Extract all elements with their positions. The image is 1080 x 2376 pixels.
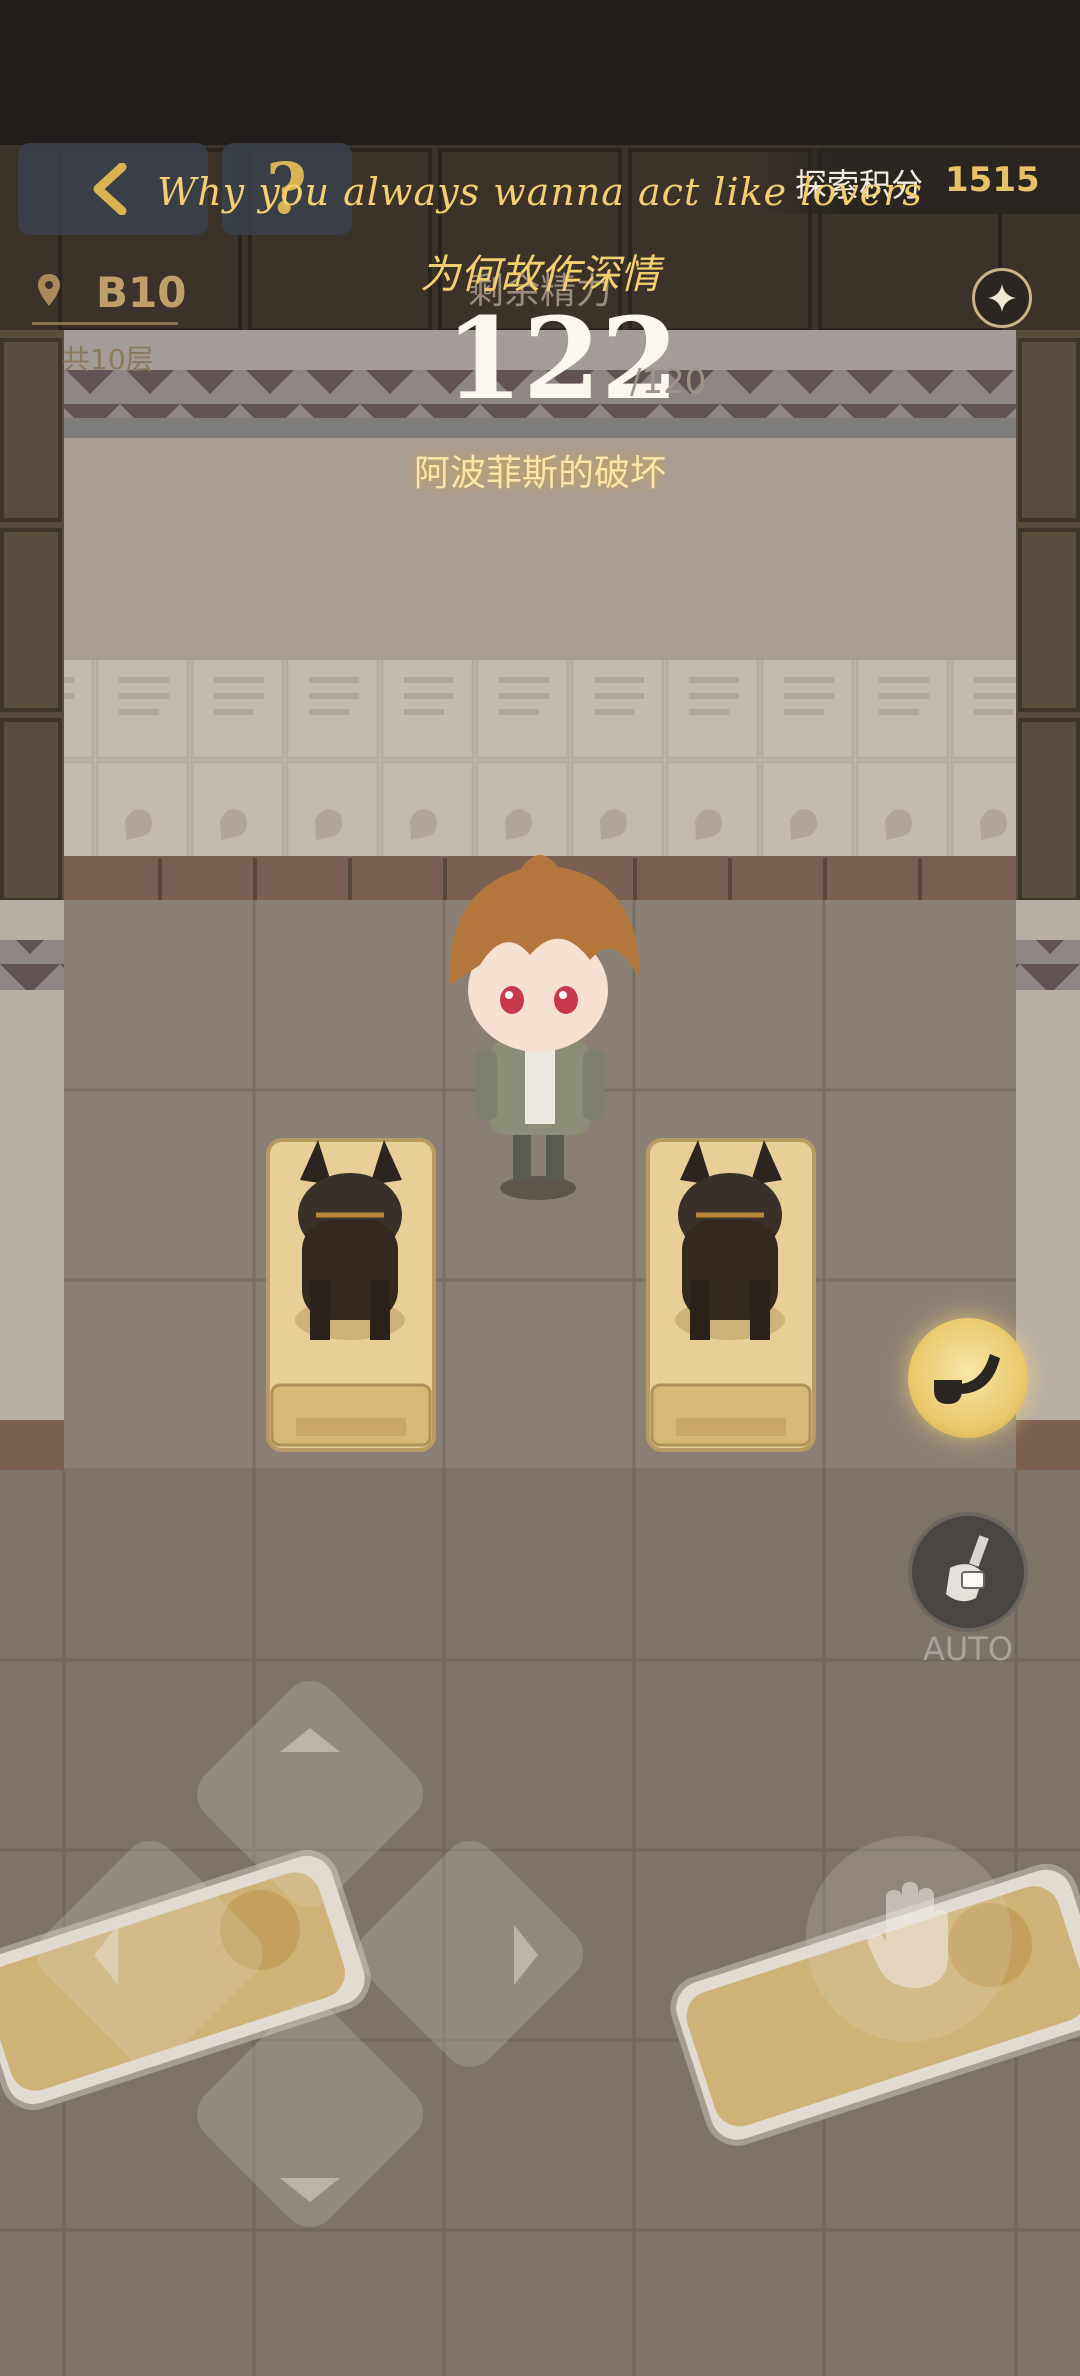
- shovel-icon: [946, 1535, 989, 1602]
- lyric-english: Why you always wanna act like lovers: [157, 170, 923, 214]
- interact-button[interactable]: [806, 1836, 1012, 2042]
- sparkle-button[interactable]: [972, 268, 1032, 328]
- hand-icon: [867, 1882, 948, 1988]
- top-band: [0, 0, 1080, 145]
- floor-underline: [32, 322, 178, 325]
- auto-label: AUTO: [922, 1630, 1014, 1668]
- energy-value: 122: [445, 294, 679, 425]
- anubis-statue-right: [646, 1138, 816, 1452]
- energy-max: /120: [630, 362, 707, 402]
- floor-total: 共10层: [62, 343, 154, 376]
- lyric-chinese: 为何故作深情: [420, 252, 660, 298]
- pipe-skill-button[interactable]: [908, 1318, 1028, 1438]
- pipe-icon: [934, 1354, 1000, 1404]
- sparkle-icon: [988, 284, 1016, 312]
- event-name: 阿波菲斯的破坏: [413, 453, 666, 494]
- game-screen: ? 探索积分 1515 B10 共10层 剩余精力 122 /120 阿波菲斯的…: [0, 0, 1080, 2376]
- anubis-statue-left: [266, 1138, 436, 1452]
- auto-dig-button[interactable]: [908, 1512, 1028, 1632]
